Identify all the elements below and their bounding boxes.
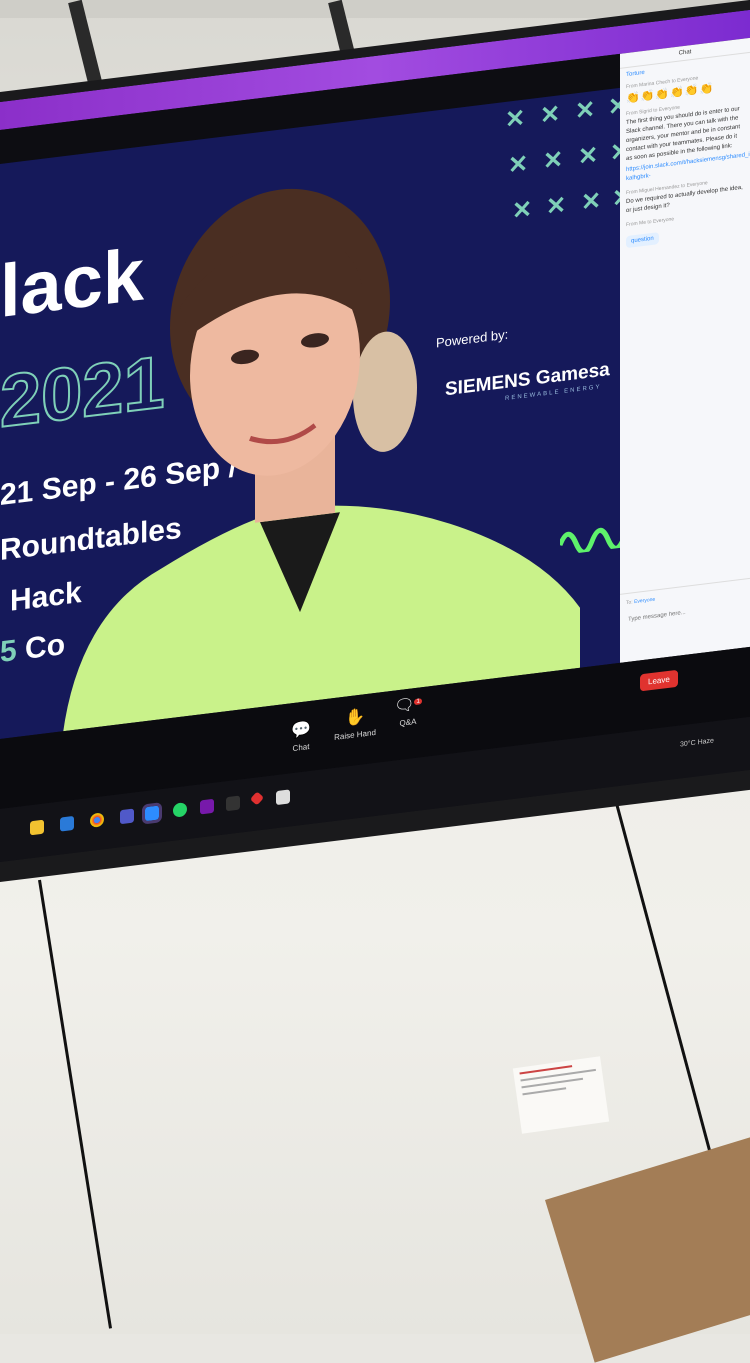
qa-label: Q&A [399, 716, 417, 728]
teams-icon[interactable] [120, 808, 134, 825]
x-mark-icon: ✕ [540, 100, 561, 130]
chat-bubble-own: question [626, 232, 659, 249]
terminal-icon[interactable] [226, 795, 240, 812]
folder-icon[interactable] [30, 819, 44, 836]
x-mark-icon: ✕ [505, 104, 526, 134]
chat-panel: Chat Torture From Marina Chech to Everyo… [620, 37, 750, 663]
chrome-icon[interactable] [90, 812, 104, 828]
x-mark-icon: ✕ [578, 141, 599, 172]
tv-screen: lack 2021 21 Sep - 26 Sep / Roundtables … [0, 9, 750, 863]
onenote-icon[interactable] [200, 798, 214, 815]
x-mark-icon: ✕ [612, 183, 620, 213]
whatsapp-icon[interactable] [173, 802, 187, 818]
qa-icon: 🗨 1 [394, 696, 422, 716]
printer-icon[interactable] [276, 789, 290, 806]
app-red-icon[interactable] [249, 791, 265, 806]
slide-line-co-prefix: 5 [0, 633, 17, 669]
chat-message-input[interactable] [626, 601, 742, 625]
hand-icon: ✋ [345, 708, 365, 728]
edge-icon[interactable] [60, 815, 74, 832]
x-mark-icon: ✕ [581, 187, 602, 217]
weather-indicator: 30°C Haze [680, 737, 714, 749]
speaker-video: lack 2021 21 Sep - 26 Sep / Roundtables … [0, 87, 620, 739]
speaker-person [60, 188, 580, 739]
chat-input-to[interactable]: Everyone [634, 597, 655, 606]
chat-button[interactable]: 💬 Chat [278, 717, 324, 755]
wall-note [512, 1056, 610, 1134]
raise-hand-label: Raise Hand [334, 727, 376, 742]
chat-input-area: To: Everyone [620, 577, 750, 627]
raise-hand-button[interactable]: ✋ Raise Hand [332, 705, 378, 743]
qa-button[interactable]: 🗨 1 Q&A [385, 692, 431, 730]
chat-button-label: Chat [292, 742, 310, 754]
zoom-icon[interactable] [142, 802, 162, 825]
tv-monitor: lack 2021 21 Sep - 26 Sep / Roundtables … [0, 0, 750, 892]
leave-button[interactable]: Leave [640, 669, 678, 692]
x-mark-icon: ✕ [575, 95, 596, 126]
x-mark-icon: ✕ [610, 137, 620, 168]
qa-badge: 1 [414, 697, 422, 705]
x-mark-icon: ✕ [608, 91, 620, 122]
chat-icon: 💬 [291, 720, 311, 741]
